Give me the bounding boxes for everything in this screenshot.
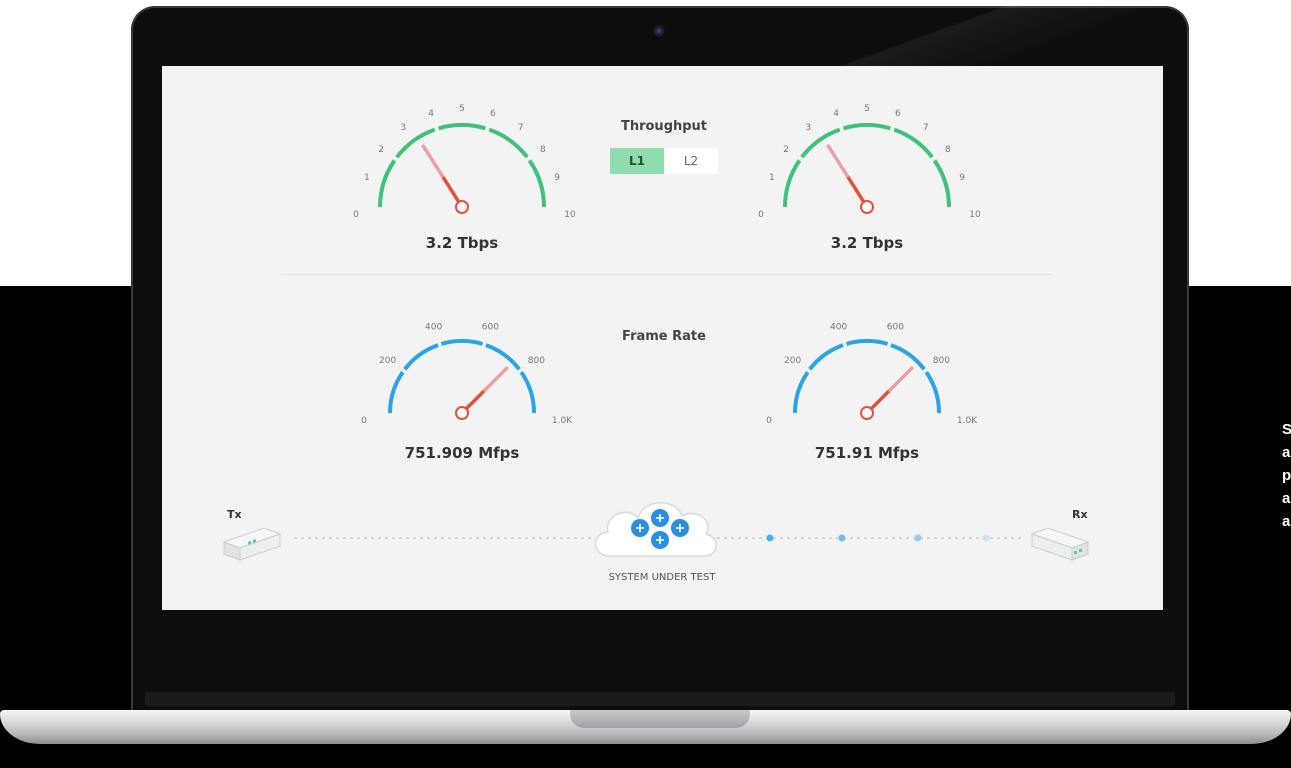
gauge-tick-label: 5 [459,104,465,114]
gauge-hub [860,406,874,420]
frame-rate-tx-gauge: 0 200 400 600 800 1.0K [361,323,573,427]
gauge-tick-label: 8 [945,145,951,155]
gauge-tick-label: 1.0K [957,416,978,426]
gauge-tick-label: 600 [887,323,904,333]
gauge-tick-label: 6 [490,109,496,119]
gauge-arc-segment [842,123,892,131]
gauge-tick-label: 400 [830,323,847,333]
gauge-tick-label: 800 [528,356,545,366]
gauge-tick-label: 1.0K [552,416,573,426]
side-text: S a p a a [1282,418,1291,533]
gauge-needle-tail [483,366,509,392]
sut-label: SYSTEM UNDER TEST [608,572,716,583]
gauge-tick-label: 0 [766,416,772,426]
side-letter: p [1282,467,1291,484]
gauge-arc-segment [924,370,941,414]
gauge-arc-segment [893,127,934,159]
gauge-tick-label: 6 [895,109,901,119]
throughput-rx-value: 3.2 Tbps [830,234,904,252]
side-letter: a [1282,490,1291,507]
gauge-tick-label: 1 [769,173,775,183]
topology-diagram [222,502,1090,561]
dashboard-screen: 0 1 2 3 4 5 6 7 8 9 10 0 1 2 3 4 5 6 7 8 9 10 3.2 Tbps 3.2 T… [162,66,1163,610]
gauge-arc-segment [932,159,951,208]
gauge-tick-label: 10 [969,210,981,220]
gauge-arc-segment [527,159,546,208]
laptop-notch [570,710,750,728]
gauge-needle-tail [421,144,444,178]
gauge-tick-label: 200 [379,356,396,366]
layer-toggle[interactable]: L1 L2 [610,148,718,174]
gauge-needle [464,388,487,411]
gauge-arc-segment [519,370,536,414]
frame-rate-rx-value: 751.91 Mfps [814,444,920,462]
gauge-tick-label: 0 [361,416,367,426]
gauge-tick-label: 4 [833,109,839,119]
gauge-tick-label: 5 [864,104,870,114]
frame-rate-rx-gauge: 0 200 400 600 800 1.0K [766,323,978,427]
throughput-tx-gauge: 0 1 2 3 4 5 6 7 8 9 10 [353,104,576,220]
gauge-tick-label: 9 [959,173,965,183]
gauge-arc-segment [485,343,521,371]
gauge-tick-label: 7 [923,123,929,133]
toggle-l2[interactable]: L2 [664,148,718,174]
gauge-arc-segment [488,127,529,159]
gauge-tick-label: 10 [564,210,576,220]
gauge-tick-label: 1 [364,173,370,183]
gauge-tick-label: 3 [400,123,406,133]
camera-icon [654,26,664,36]
section-divider [282,274,1052,275]
gauge-tick-label: 0 [353,210,359,220]
gauge-tick-label: 8 [540,145,546,155]
gauge-arc-segment [808,343,844,371]
rx-device-icon[interactable] [1030,527,1090,561]
packet-dot [914,534,922,542]
gauge-tick-label: 800 [933,356,950,366]
gauge-tick-label: 9 [554,173,560,183]
gauge-tick-label: 4 [428,109,434,119]
gauge-tick-label: 400 [425,323,442,333]
laptop-shadow [40,742,1250,762]
gauge-tick-label: 2 [783,145,789,155]
toggle-l1[interactable]: L1 [610,148,664,174]
gauge-tick-label: 2 [378,145,384,155]
gauge-needle [845,174,866,204]
gauge-tick-label: 7 [518,123,524,133]
gauge-hub [455,406,469,420]
gauge-hub [455,200,469,214]
gauge-arc-segment [783,159,802,208]
gauge-tick-label: 600 [482,323,499,333]
gauge-arc-segment [378,159,397,208]
gauge-tick-label: 200 [784,356,801,366]
frame-rate-title: Frame Rate [622,329,706,344]
gauge-arc-segment [793,370,810,414]
gauge-arc-segment [403,343,439,371]
gauge-needle [440,174,461,204]
gauge-tick-label: 3 [805,123,811,133]
gauge-hub [860,200,874,214]
side-letter: a [1282,513,1291,530]
throughput-rx-gauge: 0 1 2 3 4 5 6 7 8 9 10 [758,104,981,220]
gauge-needle [869,388,892,411]
gauge-arc-segment [845,339,889,346]
cloud-router-icon[interactable] [594,502,717,557]
gauge-arc-segment [440,339,484,346]
gauge-tick-label: 0 [758,210,764,220]
throughput-tx-value: 3.2 Tbps [425,234,499,252]
packet-dot [838,534,846,542]
tx-device-icon[interactable] [222,527,282,561]
side-letter: S [1282,421,1291,438]
gauge-arc-segment [890,343,926,371]
side-letter: a [1282,444,1291,461]
throughput-title: Throughput [620,119,708,134]
packet-dot [982,534,990,542]
packet-dot [766,534,774,542]
gauge-arc-segment [388,370,405,414]
gauge-arc-segment [437,123,487,131]
gauge-needle-tail [888,366,914,392]
frame-rate-tx-value: 751.909 Mfps [404,444,520,462]
gauge-needle-tail [826,144,849,178]
laptop-bezel [145,692,1175,706]
